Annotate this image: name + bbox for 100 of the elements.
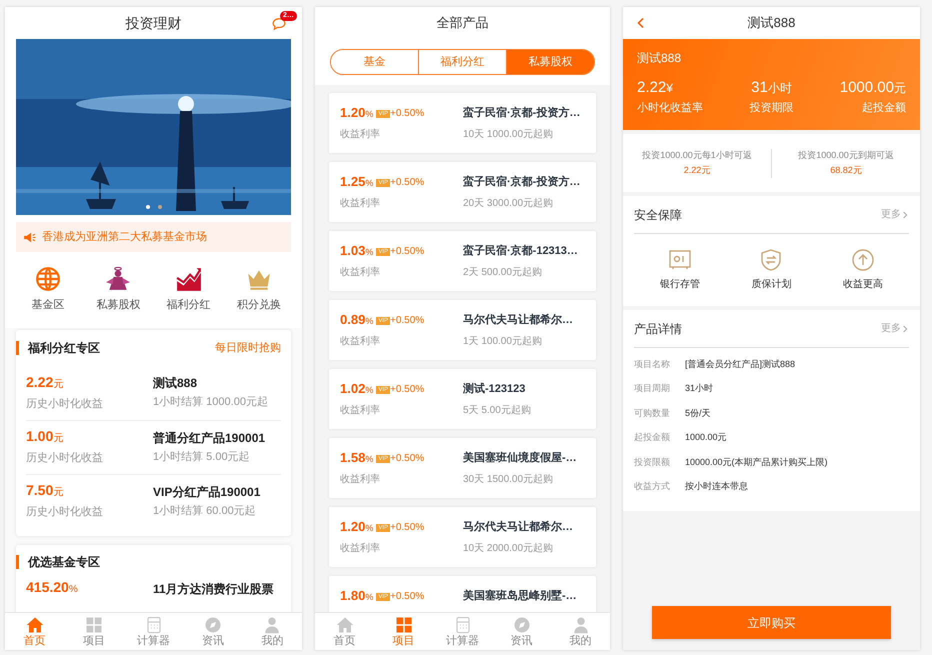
product-name: 测试-123123 — [463, 382, 526, 397]
yield-value: 7.50元 — [26, 482, 64, 500]
rate-label: 收益利率 — [340, 472, 381, 487]
product-name: 蛮子民宿·京都-投资方… — [463, 174, 582, 190]
product-name: 美国塞班岛思峰别墅-… — [463, 588, 578, 604]
return-amount: 68.82元 — [830, 164, 862, 177]
tab-bar-item[interactable]: 资讯 — [492, 613, 551, 650]
globe-icon — [35, 266, 62, 292]
product-terms: 1小时结算 1000.00元起 — [153, 395, 269, 410]
shortcut-button[interactable]: 私募股权 — [83, 266, 154, 314]
chat-icon[interactable] — [272, 17, 286, 31]
rate-value: 1.03% — [340, 243, 374, 260]
user-icon — [572, 616, 590, 634]
vip-bonus: +0.50% — [390, 521, 424, 535]
tab-bar-item[interactable]: 我的 — [242, 613, 302, 650]
yield-value: 415.20% — [26, 579, 79, 597]
chevron-right-icon — [901, 324, 909, 332]
return-text: 投资1000.00元每1小时可返 — [642, 148, 752, 162]
stat-value: 2.22¥ — [637, 79, 673, 97]
arrow-up-circle-icon — [851, 248, 876, 272]
rate-value: 1.80% — [340, 588, 374, 605]
stat-label: 小时化收益率 — [637, 100, 703, 116]
product-terms: 20天 3000.00元起购 — [463, 196, 554, 211]
tab-bar-item[interactable]: 首页 — [315, 613, 374, 650]
yield-label: 历史小时化收益 — [26, 396, 104, 412]
shortcut-button[interactable]: 积分兑换 — [224, 266, 294, 314]
rate-label: 收益利率 — [340, 542, 381, 556]
product-terms: 1天 100.00元起购 — [463, 334, 543, 349]
rate-label: 收益利率 — [340, 128, 381, 142]
detail-value: 1000.00元 — [685, 431, 727, 444]
product-row[interactable]: 2.22元 历史小时化收益 测试888 1小时结算 1000.00元起 — [26, 366, 281, 420]
product-terms: 1小时结算 5.00元起 — [153, 450, 251, 465]
calculator-icon — [144, 616, 163, 634]
rising-chart-icon — [176, 266, 202, 292]
stat-label: 起投金额 — [862, 100, 906, 116]
home-icon — [336, 616, 354, 634]
yield-value: 2.22元 — [26, 374, 64, 392]
return-amount: 2.22元 — [684, 164, 710, 177]
section-title: 产品详情 — [634, 320, 682, 338]
page-title: 全部产品 — [436, 14, 488, 32]
detail-label: 项目名称 — [634, 358, 671, 370]
detail-label: 投资限额 — [634, 456, 671, 468]
product-name: 美国塞班仙境度假屋-… — [463, 450, 578, 466]
grid-icon — [394, 616, 412, 634]
tab-bar-item[interactable]: 项目 — [374, 613, 433, 650]
yield-label: 历史小时化收益 — [26, 505, 104, 520]
product-name: 蛮子民宿·京都-投资方… — [463, 105, 582, 121]
page-title: 测试888 — [748, 14, 796, 32]
vip-bonus: +0.50% — [390, 314, 424, 328]
detail-label: 可购数量 — [634, 406, 671, 420]
product-terms: 1小时结算 60.00元起 — [153, 504, 257, 519]
vip-bonus: +0.50% — [390, 452, 424, 466]
product-name: 测试888 — [153, 375, 198, 392]
megaphone-icon — [23, 230, 36, 244]
notice-text: 香港成为亚洲第二大私募基金市场 — [42, 230, 207, 245]
section-title: 福利分红专区 — [28, 340, 100, 357]
home-icon — [26, 616, 44, 634]
tab-bar-item[interactable]: 首页 — [5, 613, 64, 650]
detail-label: 起投金额 — [634, 431, 671, 444]
shortcut-button[interactable]: 福利分红 — [154, 266, 224, 314]
more-link[interactable]: 更多 — [881, 321, 909, 336]
vip-bonus: +0.50% — [390, 176, 424, 190]
rate-label: 收益利率 — [340, 334, 381, 349]
feature-label: 质保计划 — [751, 278, 792, 292]
shield-icon — [759, 248, 784, 272]
vip-bonus: +0.50% — [390, 245, 424, 259]
detail-value: 31小时 — [685, 382, 714, 395]
category-tab[interactable]: 私募股权 — [506, 50, 594, 74]
tab-bar-item[interactable]: 计算器 — [124, 613, 184, 650]
chevron-right-icon — [901, 210, 909, 218]
product-name: 11月方达消费行业股票 — [153, 580, 275, 596]
tab-bar-item[interactable]: 我的 — [551, 613, 610, 650]
rate-label: 收益利率 — [340, 404, 381, 418]
buy-button[interactable]: 立即购买 — [652, 606, 891, 639]
rate-value: 0.89% — [340, 312, 374, 329]
notice-bar[interactable]: 香港成为亚洲第二大私募基金市场 — [16, 222, 291, 252]
rate-label: 收益利率 — [340, 196, 381, 211]
compass-icon — [512, 616, 530, 634]
rate-label: 收益利率 — [340, 266, 381, 280]
yield-value: 1.00元 — [26, 428, 64, 446]
flash-sale-link[interactable]: 每日限时抢购 — [215, 340, 281, 356]
product-terms: 10天 2000.00元起购 — [463, 542, 554, 556]
product-terms: 30天 1500.00元起购 — [463, 472, 554, 487]
tab-bar-item[interactable]: 计算器 — [433, 613, 492, 650]
product-name: 蛮子民宿·京都-12313… — [463, 243, 579, 259]
more-link[interactable]: 更多 — [881, 207, 909, 222]
tab-bar-item[interactable]: 资讯 — [183, 613, 243, 650]
detail-value: [普通会员分红产品]测试888 — [685, 358, 796, 371]
feature-label: 收益更高 — [843, 278, 884, 292]
tab-bar-item[interactable]: 项目 — [64, 613, 124, 650]
feature-label: 银行存管 — [660, 278, 700, 292]
angel-icon — [105, 266, 132, 292]
product-row[interactable]: 7.50元 历史小时化收益 VIP分红产品190001 1小时结算 60.00元起 — [26, 474, 281, 528]
page-title: 投资理财 — [126, 14, 182, 32]
safe-icon — [668, 248, 692, 272]
vip-bonus: +0.50% — [390, 590, 424, 604]
vip-bonus: +0.50% — [390, 383, 424, 397]
shortcut-button[interactable]: 基金区 — [13, 266, 84, 314]
compass-icon — [204, 616, 222, 634]
product-row[interactable]: 1.00元 历史小时化收益 普通分红产品190001 1小时结算 5.00元起 — [26, 420, 281, 474]
